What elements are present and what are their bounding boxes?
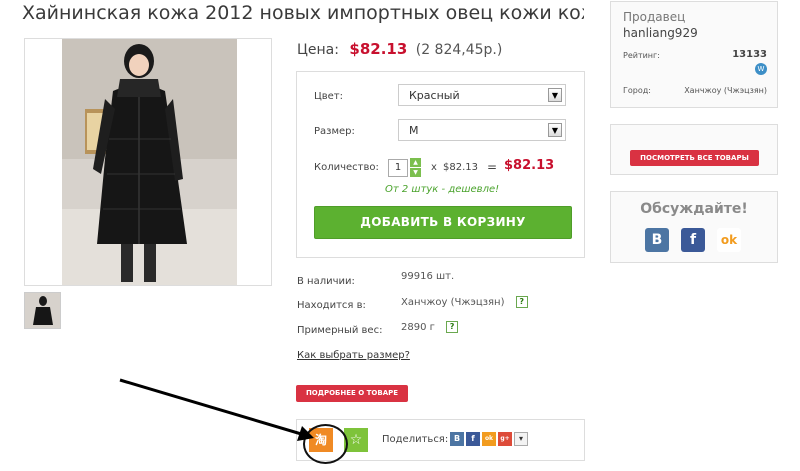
bulk-discount-note: От 2 штук - дешевле! xyxy=(385,184,500,195)
location-value-row: Ханчжоу (Чжэцзян) ? xyxy=(401,296,528,308)
location-label: Находится в: xyxy=(297,300,366,311)
seller-name[interactable]: hanliang929 xyxy=(623,26,698,40)
add-to-cart-button[interactable]: ДОБАВИТЬ В КОРЗИНУ xyxy=(314,206,572,239)
weight-value: 2890 г xyxy=(401,322,435,333)
weight-value-row: 2890 г ? xyxy=(401,321,459,333)
price-label: Цена: xyxy=(297,42,339,58)
product-photo-illustration xyxy=(62,39,237,285)
thumbnail-illustration xyxy=(25,293,60,328)
product-thumbnail[interactable] xyxy=(24,292,61,329)
color-select[interactable]: Красный ▼ xyxy=(398,84,566,106)
times-sign: x xyxy=(431,162,437,173)
color-select-value: Красный xyxy=(409,89,460,102)
facebook-icon[interactable]: f xyxy=(681,228,705,252)
increment-icon[interactable]: ▲ xyxy=(410,158,421,167)
seller-rating-label: Рейтинг: xyxy=(623,51,660,60)
product-details-button[interactable]: ПОДРОБНЕЕ О ТОВАРЕ xyxy=(296,385,408,402)
help-icon[interactable]: ? xyxy=(515,296,528,308)
stock-label: В наличии: xyxy=(297,276,355,287)
price-row: Цена: $82.13 (2 824,45р.) xyxy=(297,40,502,58)
size-label: Размер: xyxy=(314,126,355,137)
seller-rating-value: 13133 xyxy=(732,49,767,60)
medal-icon: W xyxy=(755,63,767,75)
help-icon[interactable]: ? xyxy=(446,321,459,333)
social-title: Обсуждайте! xyxy=(640,201,748,217)
product-title: Хайнинская кожа 2012 новых импортных ове… xyxy=(22,2,584,24)
price-value: $82.13 xyxy=(349,40,408,58)
facebook-icon[interactable]: f xyxy=(466,432,480,446)
vk-icon[interactable]: В xyxy=(645,228,669,252)
color-label: Цвет: xyxy=(314,91,344,102)
price-rubles: (2 824,45р.) xyxy=(415,42,503,58)
order-panel: Цвет: Красный ▼ Размер: M ▼ Количество: … xyxy=(296,71,585,258)
share-icons: В f ok g+ ▾ xyxy=(450,432,528,446)
seller-title: Продавец xyxy=(623,10,686,24)
equals-sign: = xyxy=(487,160,498,174)
google-plus-icon[interactable]: g+ xyxy=(498,432,512,446)
size-guide-link[interactable]: Как выбрать размер? xyxy=(297,350,410,361)
odnoklassniki-icon[interactable]: ok xyxy=(482,432,496,446)
location-value: Ханчжоу (Чжэцзян) xyxy=(401,297,505,308)
chevron-down-icon: ▼ xyxy=(548,123,562,137)
vk-icon[interactable]: В xyxy=(450,432,464,446)
more-share-icon[interactable]: ▾ xyxy=(514,432,528,446)
quantity-input[interactable]: 1 xyxy=(388,159,408,177)
unit-price: $82.13 xyxy=(443,162,478,173)
view-all-goods-button[interactable]: ПОСМОТРЕТЬ ВСЕ ТОВАРЫ xyxy=(630,150,759,166)
quantity-label: Количество: xyxy=(314,162,379,173)
quantity-stepper[interactable]: ▲ ▼ xyxy=(410,158,421,178)
odnoklassniki-icon[interactable]: ok xyxy=(717,228,741,252)
seller-goods-panel: ПОСМОТРЕТЬ ВСЕ ТОВАРЫ xyxy=(610,124,778,175)
total-price: $82.13 xyxy=(504,158,555,173)
social-icons: В f ok xyxy=(645,228,741,252)
annotation-circle xyxy=(303,424,348,464)
weight-label: Примерный вес: xyxy=(297,325,383,336)
stock-value: 99916 шт. xyxy=(401,271,455,282)
seller-city-label: Город: xyxy=(623,86,651,95)
social-panel: Обсуждайте! В f ok xyxy=(610,191,778,263)
share-label: Поделиться: xyxy=(382,434,449,445)
seller-city-value: Ханчжоу (Чжэцзян) xyxy=(684,86,767,95)
size-select-value: M xyxy=(409,124,419,137)
chevron-down-icon: ▼ xyxy=(548,88,562,102)
decrement-icon[interactable]: ▼ xyxy=(410,168,421,177)
product-main-image[interactable] xyxy=(24,38,272,286)
size-select[interactable]: M ▼ xyxy=(398,119,566,141)
seller-panel: Продавец hanliang929 Рейтинг: 13133 W Го… xyxy=(610,1,778,108)
